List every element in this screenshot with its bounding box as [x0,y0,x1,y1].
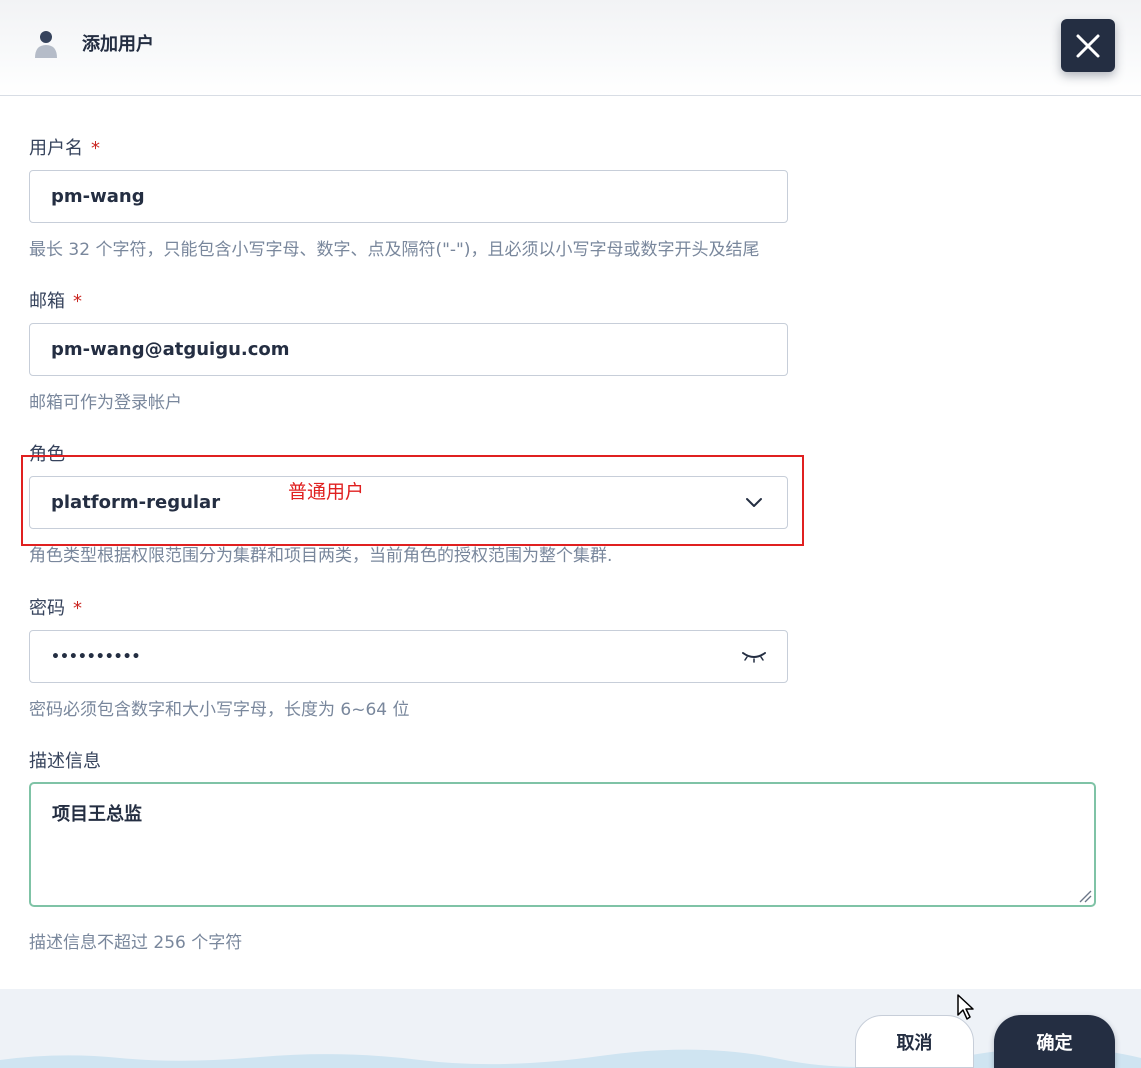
eye-closed-icon[interactable] [741,647,767,665]
annotation-text: 普通用户 [288,481,365,503]
password-value: •••••••••• [51,648,141,665]
mouse-cursor-icon [957,994,974,1020]
description-label: 描述信息 [29,747,101,773]
email-value: pm-wang@atguigu.com [51,339,290,360]
description-textarea[interactable]: 项目王总监 [29,782,1096,907]
username-hint: 最长 32 个字符，只能包含小写字母、数字、点及隔符("-")，且必须以小写字母… [29,240,760,260]
email-label-text: 邮箱 [29,291,65,312]
username-input[interactable]: pm-wang [29,170,788,223]
username-value: pm-wang [51,186,145,207]
description-value: 项目王总监 [52,804,142,825]
close-button[interactable] [1061,19,1115,72]
password-hint: 密码必须包含数字和大小写字母，长度为 6~64 位 [29,700,410,720]
annotation-box [21,455,804,546]
description-hint: 描述信息不超过 256 个字符 [29,933,243,953]
dialog-title: 添加用户 [82,34,154,55]
username-label: 用户名 * [29,134,100,160]
description-label-text: 描述信息 [29,751,101,772]
password-label: 密码 * [29,594,82,620]
required-mark: * [91,138,100,159]
email-input[interactable]: pm-wang@atguigu.com [29,323,788,376]
close-icon [1076,34,1100,57]
password-label-text: 密码 [29,598,65,619]
username-label-text: 用户名 [29,138,83,159]
confirm-button[interactable]: 确定 [994,1015,1115,1068]
cancel-button[interactable]: 取消 [855,1015,974,1068]
resize-handle-icon[interactable] [1078,889,1092,903]
user-icon [35,31,57,58]
required-mark: * [73,598,82,619]
email-hint: 邮箱可作为登录帐户 [29,393,182,413]
password-input[interactable]: •••••••••• [29,630,788,683]
email-label: 邮箱 * [29,287,82,313]
dialog-header: 添加用户 [0,0,1141,96]
required-mark: * [73,291,82,312]
